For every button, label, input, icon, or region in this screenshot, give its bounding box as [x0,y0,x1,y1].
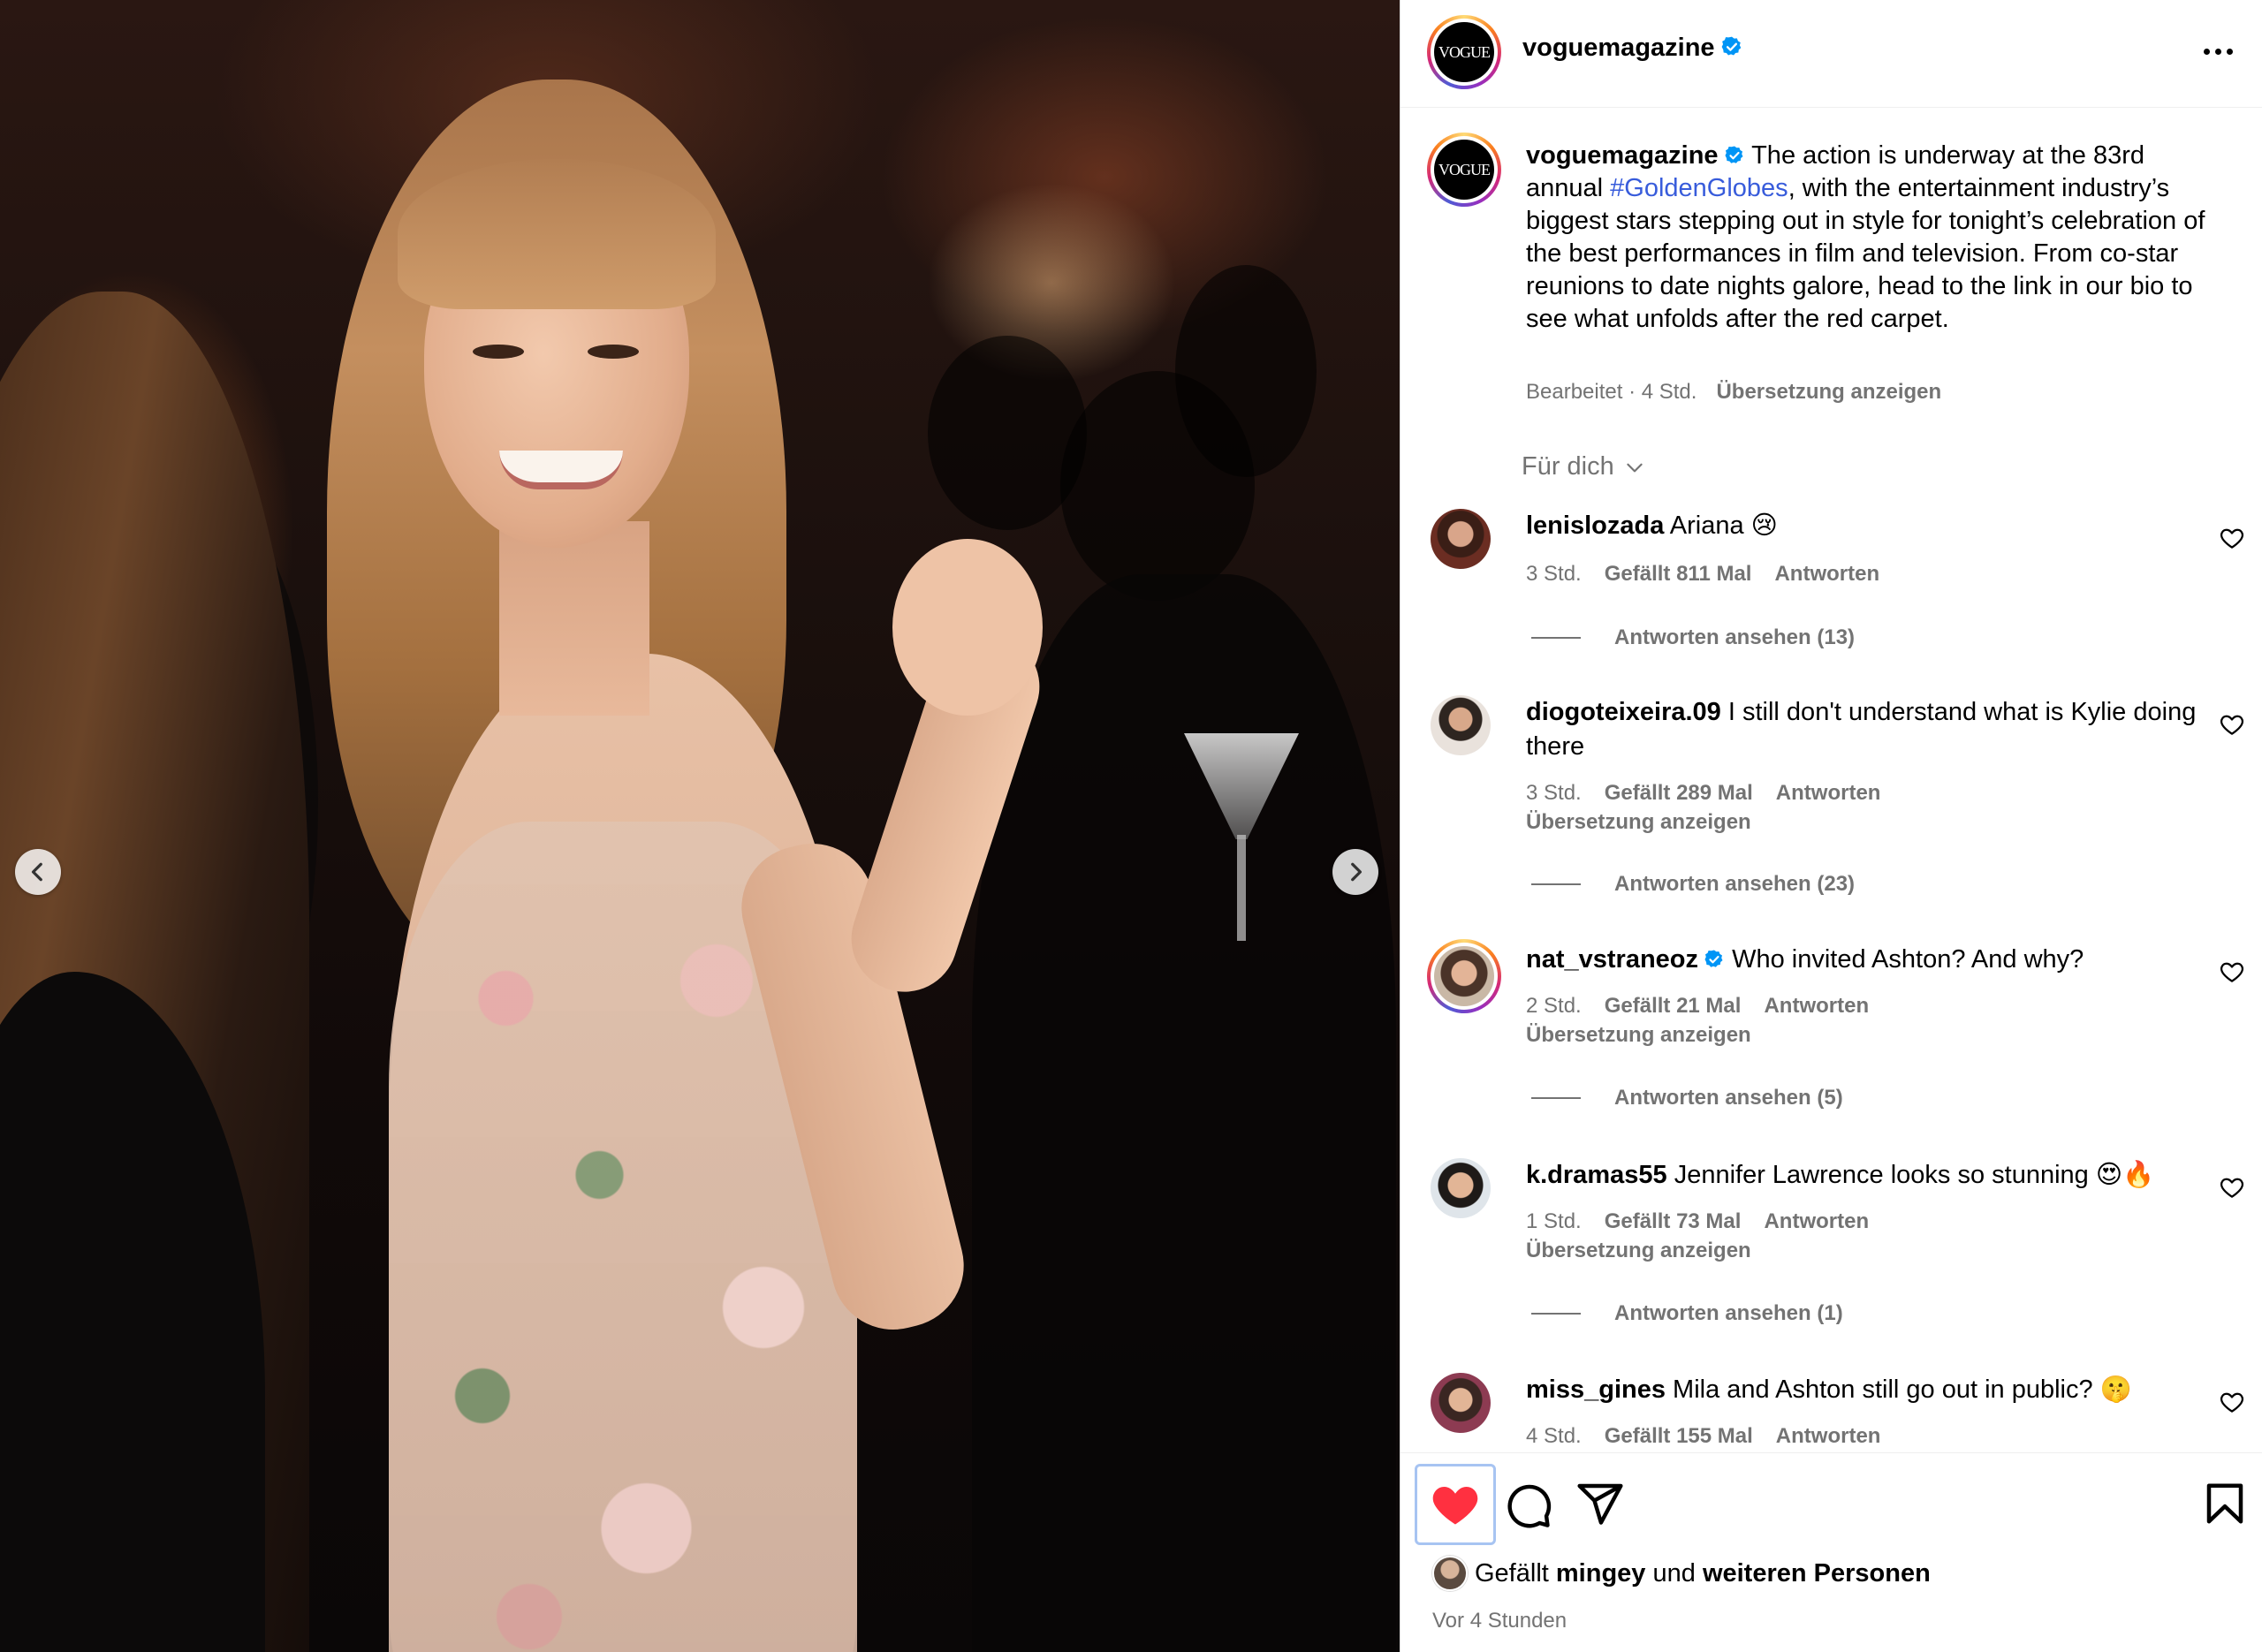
commenter-username[interactable]: nat_vstraneoz [1526,945,1698,974]
post-photo[interactable] [0,0,1400,1652]
comment-likes-count[interactable]: Gefällt 21 Mal [1605,994,1742,1018]
view-replies-button[interactable]: Antworten ansehen (5) [1531,1086,1843,1110]
caption-author-avatar[interactable]: VOGUE [1427,133,1501,207]
comment-meta: 3 Std. Gefällt 811 Mal Antworten [1526,562,1880,586]
commenter-username[interactable]: lenislozada [1526,512,1664,540]
comment-likes-count[interactable]: Gefällt 73 Mal [1605,1209,1742,1233]
comment-text: Who invited Ashton? And why? [1732,945,2084,974]
verified-badge-icon [1725,146,1743,163]
comment-bubble-icon[interactable] [1504,1480,1553,1529]
translate-button[interactable]: Übersetzung anzeigen [1716,380,1941,404]
post-detail-panel: VOGUE voguemagazine VOGUE voguemagazine … [1400,0,2262,1652]
comment-text: Ariana 😢 [1669,512,1778,540]
bookmark-icon[interactable] [2201,1478,2249,1529]
heart-filled-icon [1432,1487,1478,1525]
comment-sort-dropdown[interactable]: Für dich [1522,452,1646,481]
chevron-down-icon [1627,463,1643,472]
commenter-username[interactable]: miss_gines [1526,1375,1666,1404]
crowd-silhouette [1175,265,1317,477]
vogue-logo: VOGUE [1434,22,1494,82]
post-actions-bar: Gefällt mingey und weiteren Personen Vor… [1400,1452,2262,1652]
view-replies-button[interactable]: Antworten ansehen (23) [1531,872,1855,897]
previous-photo-button[interactable] [15,849,61,895]
view-replies-button[interactable]: Antworten ansehen (1) [1531,1301,1843,1326]
comment-meta: 3 Std. Gefällt 289 Mal Antworten [1526,781,1881,805]
comment-like-heart-icon[interactable] [2219,711,2245,738]
comment-like-heart-icon[interactable] [2219,525,2245,551]
post-header: VOGUE voguemagazine [1400,0,2262,108]
chevron-right-icon [1351,862,1363,882]
reply-button[interactable]: Antworten [1776,781,1881,805]
comment-like-heart-icon[interactable] [2219,1174,2245,1201]
reply-button[interactable]: Antworten [1764,1209,1869,1233]
chevron-left-icon [31,862,42,882]
comment-meta: 4 Std. Gefällt 155 Mal Antworten [1526,1424,1881,1448]
more-horizontal-icon [2203,48,2210,55]
photo-subject [292,80,1053,1652]
next-photo-button[interactable] [1332,849,1378,895]
reply-button[interactable]: Antworten [1774,562,1879,586]
post-timestamp[interactable]: Vor 4 Stunden [1432,1609,1567,1633]
commenter-username[interactable]: diogoteixeira.09 [1526,698,1721,726]
translate-button[interactable]: Übersetzung anzeigen [1526,1239,1751,1263]
comment-likes-count[interactable]: Gefällt 155 Mal [1605,1424,1753,1448]
comment-likes-count[interactable]: Gefällt 811 Mal [1605,562,1752,586]
commenter-avatar[interactable] [1427,939,1501,1013]
comment-text: Jennifer Lawrence looks so stunning 😍🔥 [1674,1161,2155,1189]
comment-like-heart-icon[interactable] [2219,959,2245,985]
commenter-avatar[interactable] [1431,695,1491,755]
liker-avatar [1432,1556,1468,1591]
commenter-avatar[interactable] [1431,1373,1491,1433]
author-username[interactable]: voguemagazine [1522,34,1743,63]
share-paper-plane-icon[interactable] [1575,1480,1625,1529]
other-likers-link[interactable]: weiteren Personen [1703,1559,1931,1588]
caption-text: voguemagazine The action is underway at … [1526,141,2205,333]
hashtag-link[interactable]: #GoldenGlobes [1610,174,1788,202]
comment-likes-count[interactable]: Gefällt 289 Mal [1605,781,1753,805]
reply-button[interactable]: Antworten [1776,1424,1881,1448]
comment-meta: 2 Std. Gefällt 21 Mal Antworten [1526,994,1870,1018]
more-options-button[interactable] [2196,34,2240,69]
translate-button[interactable]: Übersetzung anzeigen [1526,1023,1751,1048]
caption-username[interactable]: voguemagazine [1526,141,1719,170]
like-button[interactable] [1415,1464,1496,1545]
comment-meta: 1 Std. Gefällt 73 Mal Antworten [1526,1209,1870,1233]
commenter-avatar[interactable] [1431,509,1491,569]
liker-username[interactable]: mingey [1556,1559,1646,1588]
author-avatar[interactable]: VOGUE [1427,15,1501,89]
comment-text: Mila and Ashton still go out in public? … [1673,1375,2132,1404]
view-replies-button[interactable]: Antworten ansehen (13) [1531,625,1855,650]
verified-badge-icon [1721,36,1741,56]
caption-meta: Bearbeitet · 4 Std. Übersetzung anzeigen [1526,380,1942,404]
commenter-avatar[interactable] [1431,1158,1491,1218]
translate-button[interactable]: Übersetzung anzeigen [1526,810,1751,835]
commenter-username[interactable]: k.dramas55 [1526,1161,1667,1189]
comment-like-heart-icon[interactable] [2219,1389,2245,1415]
reply-button[interactable]: Antworten [1764,994,1869,1018]
crowd-silhouette [972,574,1396,1652]
vogue-logo: VOGUE [1434,140,1494,200]
likes-summary[interactable]: Gefällt mingey und weiteren Personen [1432,1556,1931,1591]
verified-badge-icon [1704,950,1723,967]
